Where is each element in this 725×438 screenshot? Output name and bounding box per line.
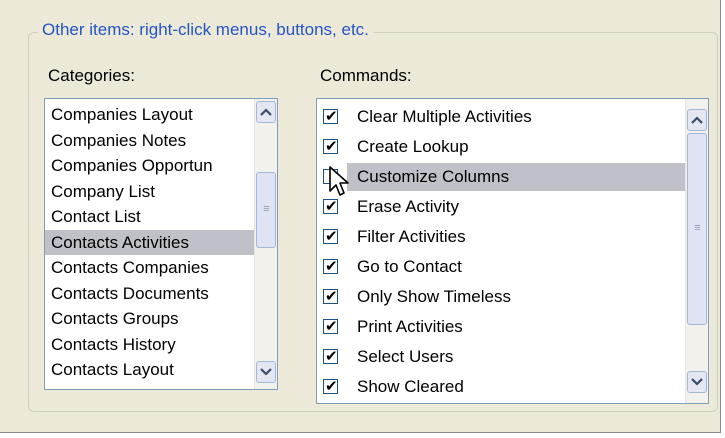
scroll-up-button[interactable]: [256, 101, 276, 123]
category-item[interactable]: Contacts History: [45, 332, 255, 357]
chevron-down-icon: [260, 368, 272, 376]
checkmark-icon: ✔: [325, 257, 338, 275]
command-item-label: Erase Activity: [357, 197, 460, 216]
commands-label: Commands:: [320, 66, 412, 85]
category-item-label: Contacts Groups: [51, 309, 179, 328]
category-item[interactable]: Contacts Documents: [45, 281, 255, 306]
category-item-label: Contacts Activities: [51, 232, 189, 252]
checkmark-icon: ✔: [325, 197, 338, 215]
options-dialog: Other items: right-click menus, buttons,…: [0, 0, 725, 438]
grip-icon: ≡: [263, 203, 270, 215]
chevron-up-icon: [691, 116, 703, 124]
categories-list-items: Companies Layout Companies Notes Companies…: [45, 99, 277, 389]
scroll-thumb[interactable]: ≡: [256, 172, 276, 248]
category-item-label: Contacts History: [51, 334, 176, 354]
commands-list-items: ✔ Clear Multiple Activities ✔ Create Lookup…: [317, 99, 708, 403]
command-checkbox[interactable]: ✔: [323, 257, 338, 275]
command-item-label: Show Cleared: [357, 377, 464, 396]
category-item[interactable]: Companies Layout: [45, 102, 255, 127]
command-item[interactable]: ✔ Show Cleared: [317, 373, 686, 401]
category-item-label: Companies Opportun: [51, 156, 213, 175]
category-item[interactable]: Contacts Activities: [45, 229, 255, 255]
command-item-label: Clear Multiple Activities: [357, 107, 532, 126]
command-checkbox[interactable]: ✔: [323, 347, 338, 365]
category-item-label: Contact List: [51, 207, 141, 226]
scroll-up-button[interactable]: [687, 109, 707, 131]
category-item[interactable]: Contacts Companies: [45, 255, 255, 280]
category-item-label: Company List: [51, 181, 155, 201]
command-item[interactable]: ✔ Select Users: [317, 343, 686, 371]
command-checkbox[interactable]: ✔: [323, 287, 338, 305]
scroll-down-button[interactable]: [256, 361, 276, 383]
mouse-pointer-icon: [329, 166, 349, 196]
commands-scrollbar[interactable]: ≡: [685, 99, 708, 403]
checkmark-icon: ✔: [325, 107, 338, 125]
command-item-label: Only Show Timeless: [357, 287, 511, 306]
category-item[interactable]: Company List: [45, 179, 255, 204]
chevron-up-icon: [260, 108, 272, 116]
command-item-label: Go to Contact: [357, 257, 462, 276]
category-item-label: Contacts Layout: [51, 360, 174, 379]
scroll-thumb[interactable]: ≡: [687, 133, 707, 325]
command-item-label: Create Lookup: [357, 137, 469, 156]
command-checkbox[interactable]: ✔: [323, 227, 338, 245]
categories-scrollbar[interactable]: ≡: [254, 99, 277, 389]
checkmark-icon: ✔: [325, 287, 338, 305]
command-item[interactable]: ✔ Only Show Timeless: [317, 283, 686, 311]
checkmark-icon: ✔: [325, 137, 338, 155]
category-item[interactable]: Contacts Layout: [45, 357, 255, 382]
command-checkbox[interactable]: ✔: [323, 377, 338, 395]
category-item-label: Contacts Documents: [51, 283, 209, 303]
groupbox-title: Other items: right-click menus, buttons,…: [38, 20, 373, 40]
checkmark-icon: ✔: [325, 317, 338, 335]
category-item-label: Contacts Companies: [51, 258, 209, 277]
category-item[interactable]: Contact List: [45, 204, 255, 229]
command-item[interactable]: ✔ Go to Contact: [317, 253, 686, 281]
grip-icon: ≡: [694, 222, 701, 234]
command-item-label: Print Activities: [357, 317, 463, 336]
command-checkbox[interactable]: ✔: [323, 317, 338, 335]
command-checkbox[interactable]: ✔: [323, 107, 338, 125]
command-item-label: Customize Columns: [357, 167, 510, 186]
checkmark-icon: ✔: [325, 227, 338, 245]
category-item[interactable]: Contacts Groups: [45, 306, 255, 331]
categories-listbox[interactable]: Companies Layout Companies Notes Companies…: [44, 98, 278, 390]
command-checkbox[interactable]: ✔: [323, 137, 338, 155]
categories-label: Categories:: [48, 66, 135, 85]
scroll-down-button[interactable]: [687, 371, 707, 393]
command-item[interactable]: ✔ Create Lookup: [317, 133, 686, 161]
command-item-label: Select Users: [357, 347, 454, 366]
command-item[interactable]: ✔Customize Columns: [317, 163, 686, 191]
checkmark-icon: ✔: [325, 347, 338, 365]
commands-listbox[interactable]: ✔ Clear Multiple Activities ✔ Create Lookup…: [316, 98, 709, 404]
chevron-down-icon: [691, 378, 703, 386]
checkmark-icon: ✔: [325, 377, 338, 395]
category-item[interactable]: Companies Opportun: [45, 153, 255, 178]
command-item[interactable]: ✔ Erase Activity: [317, 193, 686, 221]
command-item-label: Filter Activities: [357, 227, 466, 246]
category-item-label: Companies Notes: [51, 130, 187, 150]
command-item[interactable]: ✔ Print Activities: [317, 313, 686, 341]
command-item[interactable]: ✔ Filter Activities: [317, 223, 686, 251]
command-checkbox[interactable]: ✔: [323, 197, 338, 215]
category-item-label: Companies Layout: [51, 105, 193, 124]
command-item[interactable]: ✔ Clear Multiple Activities: [317, 103, 686, 131]
category-item[interactable]: Companies Notes: [45, 128, 255, 153]
